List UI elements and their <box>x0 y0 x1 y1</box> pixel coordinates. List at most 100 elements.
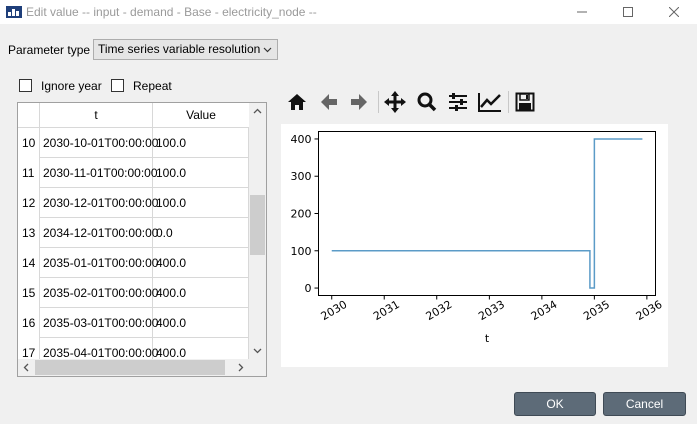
row-index[interactable]: 15 <box>18 278 40 308</box>
minimize-button[interactable] <box>559 0 605 24</box>
table-row: 16 2035-03-01T00:00:00 400.0 <box>18 308 249 338</box>
row-index[interactable]: 10 <box>18 128 40 158</box>
maximize-icon <box>623 7 633 17</box>
table-row: 17 2035-04-01T00:00:00 400.0 <box>18 338 249 361</box>
app-icon <box>6 6 22 18</box>
vertical-scrollbar[interactable] <box>249 103 266 359</box>
y-tick-label: 0 <box>305 282 312 295</box>
time-series-table[interactable]: t Value 10 2030-10-01T00:00:00 100.0 11 … <box>17 102 267 377</box>
zoom-icon <box>417 92 437 112</box>
cell-t[interactable]: 2035-03-01T00:00:00 <box>40 308 158 338</box>
cell-value[interactable]: 400.0 <box>153 338 249 361</box>
x-tick-label: 2035 <box>581 298 612 323</box>
edit-axis-icon <box>478 93 501 112</box>
home-icon <box>288 94 306 110</box>
cell-t[interactable]: 2030-10-01T00:00:00 <box>40 128 158 158</box>
table-row: 10 2030-10-01T00:00:00 100.0 <box>18 128 249 158</box>
table-row: 11 2030-11-01T00:00:00 100.0 <box>18 158 249 188</box>
table-header: t Value <box>18 103 249 128</box>
cell-t[interactable]: 2034-12-01T00:00:00 <box>40 218 158 248</box>
back-icon <box>321 94 337 110</box>
cell-t[interactable]: 2030-12-01T00:00:00 <box>40 188 158 218</box>
configure-subplots-icon <box>449 93 467 111</box>
ok-button[interactable]: OK <box>514 392 596 416</box>
table-body: 10 2030-10-01T00:00:00 100.0 11 2030-11-… <box>18 128 249 361</box>
toolbar-separator <box>508 91 509 113</box>
cell-t[interactable]: 2035-04-01T00:00:00 <box>40 338 158 361</box>
pan-button[interactable] <box>382 88 408 116</box>
scroll-right-icon[interactable] <box>236 363 245 372</box>
table-row: 14 2035-01-01T00:00:00 400.0 <box>18 248 249 278</box>
scroll-up-icon[interactable] <box>253 107 262 116</box>
window-title: Edit value -- input - demand - Base - el… <box>26 5 317 19</box>
vertical-scroll-thumb[interactable] <box>250 195 265 255</box>
chart: 0 100 200 300 400 2030 2031 2032 2033 2034 2035 20… <box>291 131 665 345</box>
cell-value[interactable]: 0.0 <box>153 218 249 248</box>
cell-t[interactable]: 2030-11-01T00:00:00 <box>40 158 158 188</box>
forward-icon <box>351 94 367 110</box>
row-index[interactable]: 14 <box>18 248 40 278</box>
x-tick-label: 2030 <box>319 298 350 323</box>
cell-value[interactable]: 400.0 <box>153 308 249 338</box>
forward-button[interactable] <box>346 88 372 116</box>
row-index[interactable]: 16 <box>18 308 40 338</box>
row-index[interactable]: 13 <box>18 218 40 248</box>
maximize-button[interactable] <box>605 0 651 24</box>
repeat-checkbox[interactable] <box>111 79 124 92</box>
row-index[interactable]: 11 <box>18 158 40 188</box>
toolbar-separator <box>378 91 379 113</box>
column-header-t[interactable]: t <box>40 103 153 128</box>
minimize-icon <box>577 11 587 13</box>
cell-value[interactable]: 100.0 <box>153 158 249 188</box>
x-tick-label: 2031 <box>371 298 402 323</box>
zoom-button[interactable] <box>414 88 440 116</box>
parameter-type-label: Parameter type <box>8 43 91 57</box>
x-tick-label: 2032 <box>424 298 455 323</box>
column-header-value[interactable]: Value <box>153 103 249 128</box>
close-button[interactable] <box>651 0 697 24</box>
y-tick-label: 400 <box>291 133 312 146</box>
close-icon <box>669 7 679 17</box>
title-bar: Edit value -- input - demand - Base - el… <box>0 0 697 24</box>
chevron-down-icon <box>263 47 272 53</box>
x-tick-label: 2034 <box>529 298 560 323</box>
cell-t[interactable]: 2035-01-01T00:00:00 <box>40 248 158 278</box>
axes-frame <box>318 131 656 296</box>
cancel-button[interactable]: Cancel <box>603 392 686 416</box>
repeat-label: Repeat <box>133 79 172 93</box>
cell-value[interactable]: 400.0 <box>153 248 249 278</box>
edit-axis-button[interactable] <box>477 88 503 116</box>
y-tick-label: 200 <box>291 208 312 221</box>
cell-value[interactable]: 100.0 <box>153 188 249 218</box>
cell-t[interactable]: 2035-02-01T00:00:00 <box>40 278 158 308</box>
x-tick-label: 2036 <box>634 298 665 323</box>
home-button[interactable] <box>284 88 310 116</box>
save-button[interactable] <box>512 88 538 116</box>
pan-icon <box>384 91 406 113</box>
table-corner[interactable] <box>18 103 40 128</box>
row-index[interactable]: 17 <box>18 338 40 361</box>
y-tick-label: 100 <box>291 245 312 258</box>
table-row: 15 2035-02-01T00:00:00 400.0 <box>18 278 249 308</box>
save-icon <box>515 92 535 112</box>
horizontal-scroll-thumb[interactable] <box>35 360 225 375</box>
table-row: 13 2034-12-01T00:00:00 0.0 <box>18 218 249 248</box>
back-button[interactable] <box>316 88 342 116</box>
row-index[interactable]: 12 <box>18 188 40 218</box>
configure-subplots-button[interactable] <box>445 88 471 116</box>
cell-value[interactable]: 400.0 <box>153 278 249 308</box>
parameter-type-value: Time series variable resolution <box>98 42 261 56</box>
y-tick-label: 300 <box>291 170 312 183</box>
table-row: 12 2030-12-01T00:00:00 100.0 <box>18 188 249 218</box>
scroll-corner <box>249 359 266 376</box>
scroll-left-icon[interactable] <box>22 363 31 372</box>
ignore-year-label: Ignore year <box>41 79 102 93</box>
ignore-year-checkbox[interactable] <box>19 79 32 92</box>
parameter-type-select[interactable]: Time series variable resolution <box>93 39 278 60</box>
x-tick-label: 2033 <box>476 298 507 323</box>
cell-value[interactable]: 100.0 <box>153 128 249 158</box>
scroll-down-icon[interactable] <box>253 346 262 355</box>
horizontal-scrollbar[interactable] <box>18 359 249 376</box>
plot-canvas[interactable]: 0 100 200 300 400 2030 2031 2032 2033 2034 2035 20… <box>281 124 668 367</box>
x-axis-label: t <box>485 332 490 345</box>
